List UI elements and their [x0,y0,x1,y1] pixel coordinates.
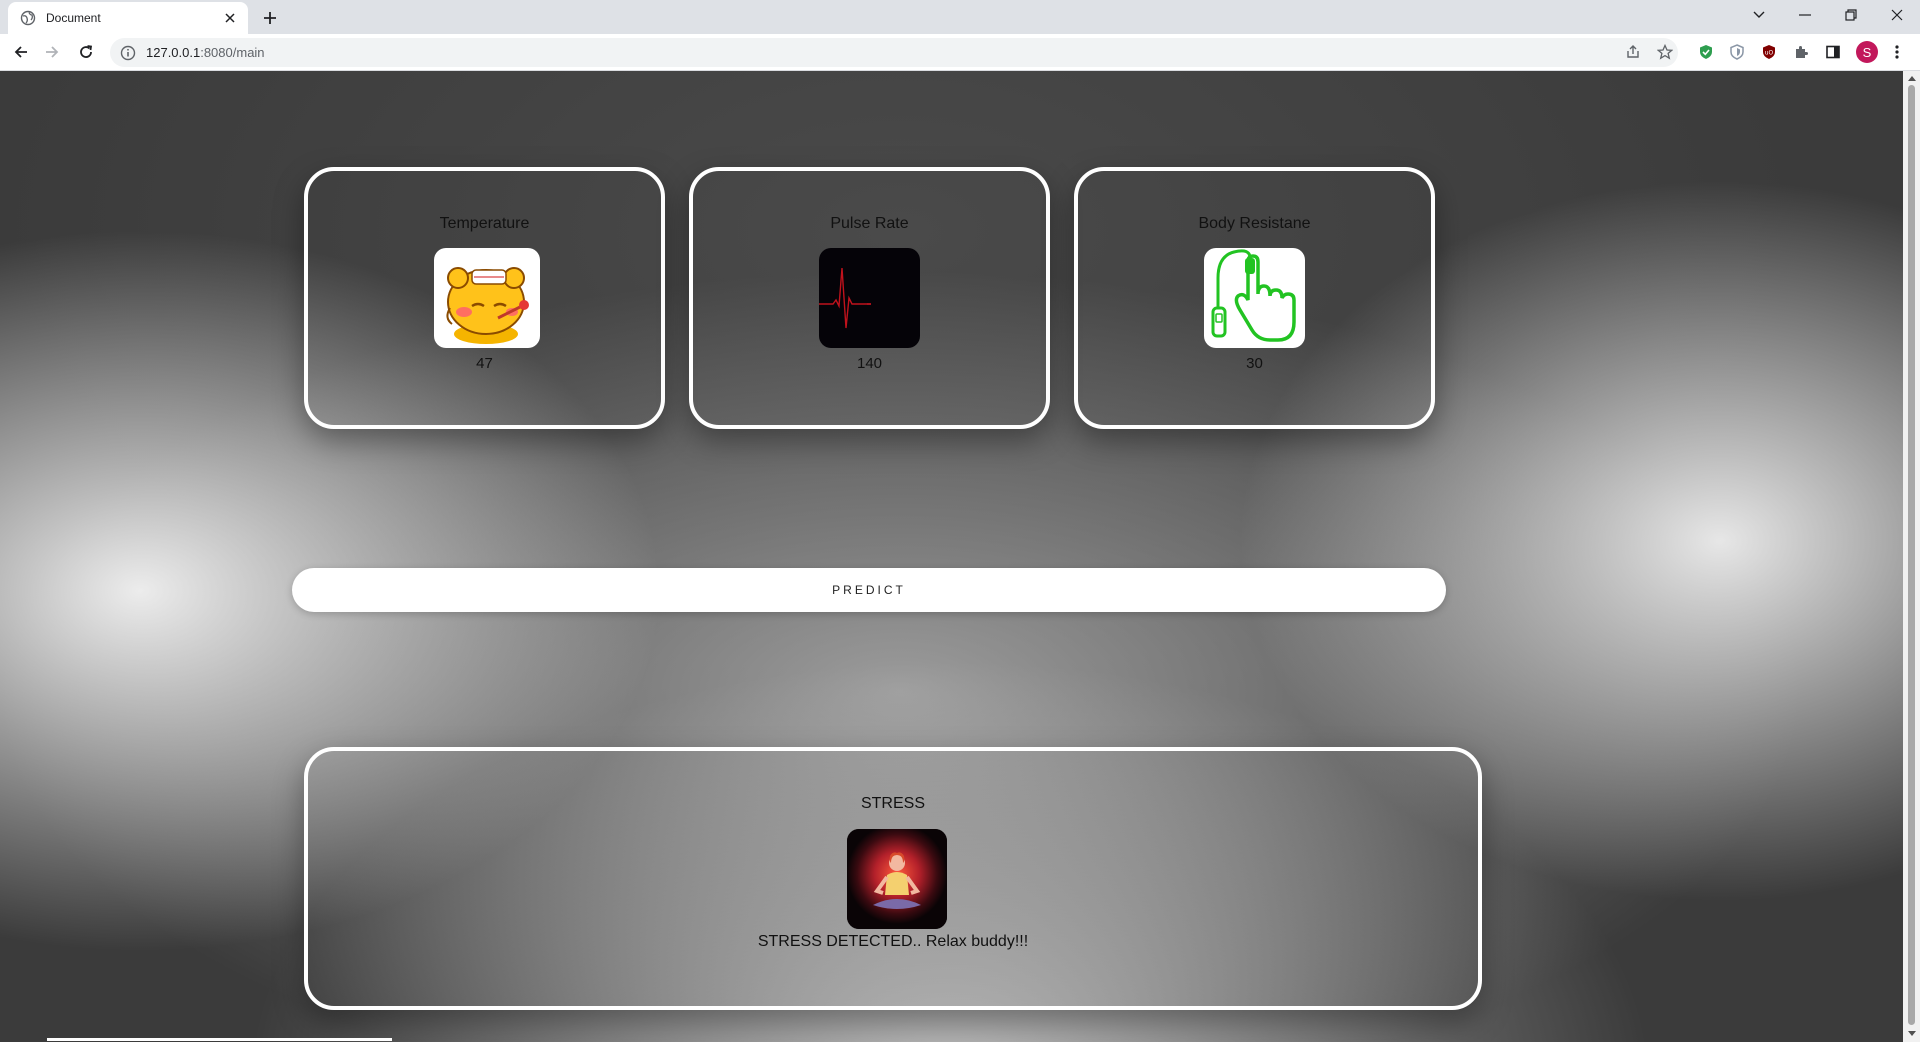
site-info-icon[interactable] [120,45,136,61]
close-window-icon[interactable] [1874,0,1920,30]
shield-extension-icon[interactable] [1696,42,1716,62]
tab-title: Document [46,11,101,25]
browser-tab[interactable]: Document [8,2,248,34]
svg-text:uO: uO [1765,50,1774,57]
browser-menu-icon[interactable] [1887,42,1907,62]
reload-icon[interactable] [74,40,98,64]
body-resistance-card: Body Resistane 30 [1074,167,1435,429]
body-resistance-label: Body Resistane [1198,215,1311,232]
privacy-extension-icon[interactable] [1727,42,1747,62]
temperature-value: 47 [476,355,493,372]
profile-avatar[interactable]: S [1856,41,1878,63]
pulse-rate-label: Pulse Rate [830,215,909,232]
temperature-label: Temperature [439,215,530,232]
address-bar[interactable]: 127.0.0.1:8080/main [110,38,1678,67]
forward-icon[interactable] [40,40,64,64]
ublock-extension-icon[interactable]: uO [1759,42,1779,62]
page-viewport: Temperature 47 Pulse Rate 140 Body Resis… [0,71,1903,1042]
close-tab-icon[interactable] [222,10,238,26]
pulse-rate-value: 140 [856,355,883,372]
bookmark-star-icon[interactable] [1656,43,1674,61]
vertical-scrollbar[interactable] [1903,71,1920,1042]
temperature-card: Temperature 47 [304,167,665,429]
restore-icon[interactable] [1828,0,1874,30]
back-icon[interactable] [9,40,33,64]
scroll-down-arrow-icon[interactable] [1907,1029,1916,1038]
tab-search-icon[interactable] [1736,0,1782,30]
side-panel-icon[interactable] [1823,42,1843,62]
minimize-icon[interactable] [1782,0,1828,30]
horizontal-scroll-indicator [47,1038,392,1041]
stress-result-card: STRESS STRESS DETECTED.. Relax buddy!!! [304,747,1482,1010]
scrollbar-thumb[interactable] [1908,85,1915,1025]
body-resistance-value: 30 [1246,355,1263,372]
pulse-rate-card: Pulse Rate 140 [689,167,1050,429]
globe-icon [20,10,36,26]
browser-toolbar: 127.0.0.1:8080/main uO S [0,34,1920,71]
new-tab-icon[interactable] [258,6,282,30]
scroll-up-arrow-icon[interactable] [1907,73,1916,82]
url-text: 127.0.0.1:8080/main [146,45,265,60]
share-icon[interactable] [1624,43,1642,61]
finger-sensor-icon [1204,248,1305,348]
extensions-puzzle-icon[interactable] [1791,42,1811,62]
stress-message: STRESS DETECTED.. Relax buddy!!! [757,933,1029,950]
predict-button[interactable]: PREDICT [292,568,1446,612]
stress-label: STRESS [860,795,925,812]
heartbeat-ecg-icon [819,248,920,348]
tab-strip: Document [0,0,1920,34]
sick-bear-thermometer-icon [434,248,540,348]
meditation-icon [847,829,947,929]
